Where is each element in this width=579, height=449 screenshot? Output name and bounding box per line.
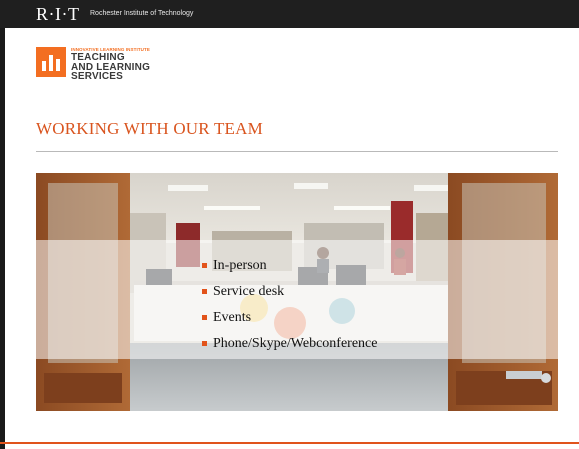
title-divider bbox=[36, 151, 558, 152]
rit-logo: R·I·T bbox=[36, 4, 80, 24]
list-item: Events bbox=[202, 305, 377, 331]
tls-wordmark: TEACHING AND LEARNING SERVICES bbox=[71, 53, 150, 82]
bullet-icon bbox=[202, 289, 207, 294]
slide: R·I·T Rochester Institute of Technology … bbox=[0, 0, 579, 449]
bullet-list: In-person Service desk Events Phone/Skyp… bbox=[202, 253, 377, 357]
footer-rule bbox=[0, 442, 579, 444]
bullet-text: In-person bbox=[213, 258, 267, 273]
tls-logo-icon bbox=[36, 47, 66, 77]
bullet-icon bbox=[202, 341, 207, 346]
tls-line-3: SERVICES bbox=[71, 71, 123, 82]
bullet-icon bbox=[202, 263, 207, 268]
list-item: In-person bbox=[202, 253, 377, 279]
bullet-text: Phone/Skype/Webconference bbox=[213, 336, 378, 351]
bullet-text: Service desk bbox=[213, 284, 285, 299]
bullet-text: Events bbox=[213, 310, 252, 325]
left-edge bbox=[0, 28, 5, 449]
institution-name: Rochester Institute of Technology bbox=[90, 10, 194, 17]
list-item: Service desk bbox=[202, 279, 377, 305]
header-bar: R·I·T Rochester Institute of Technology bbox=[0, 0, 579, 28]
bullet-icon bbox=[202, 315, 207, 320]
slide-title: WORKING WITH OUR TEAM bbox=[36, 119, 263, 138]
list-item: Phone/Skype/Webconference bbox=[202, 331, 377, 357]
